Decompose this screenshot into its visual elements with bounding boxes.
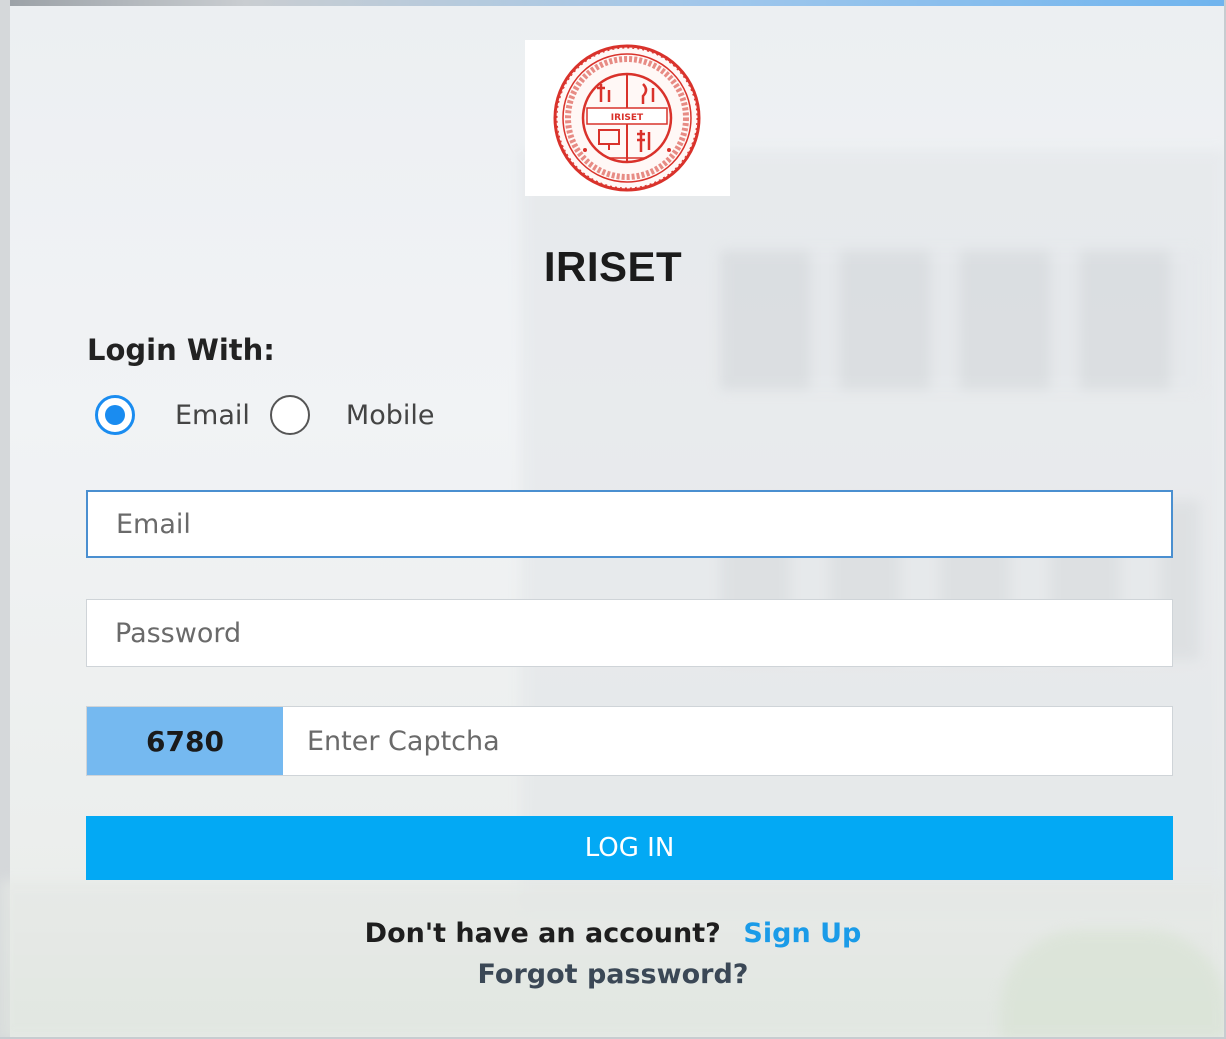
email-input[interactable] bbox=[86, 490, 1173, 558]
forgot-password-link[interactable]: Forgot password? bbox=[0, 959, 1226, 990]
mobile-radio[interactable] bbox=[269, 395, 310, 435]
captcha-code: 6780 bbox=[87, 707, 283, 775]
password-input[interactable] bbox=[86, 599, 1173, 667]
logo-text: IRISET bbox=[611, 113, 644, 123]
login-page: IRISET IRISET Login With: Email Mobile 6… bbox=[0, 0, 1226, 1039]
login-with-label: Login With: bbox=[87, 333, 275, 367]
email-radio[interactable] bbox=[95, 395, 135, 435]
signup-link[interactable]: Sign Up bbox=[743, 918, 861, 949]
signup-row: Don't have an account? Sign Up bbox=[0, 918, 1226, 949]
captcha-input[interactable] bbox=[283, 707, 1172, 775]
captcha-group: 6780 bbox=[86, 706, 1173, 776]
login-button[interactable]: LOG IN bbox=[86, 816, 1173, 880]
email-radio-label[interactable]: Email bbox=[175, 400, 250, 431]
radio-selected-dot bbox=[105, 405, 125, 425]
logo: IRISET bbox=[525, 40, 730, 196]
iriset-emblem-icon: IRISET bbox=[553, 44, 701, 192]
no-account-text: Don't have an account? bbox=[364, 918, 721, 949]
page-title: IRISET bbox=[543, 243, 683, 290]
background-left-edge bbox=[0, 0, 10, 1039]
mobile-radio-label[interactable]: Mobile bbox=[346, 400, 435, 431]
login-method-group: Email Mobile bbox=[95, 393, 435, 437]
background-top-strip bbox=[0, 0, 1226, 6]
